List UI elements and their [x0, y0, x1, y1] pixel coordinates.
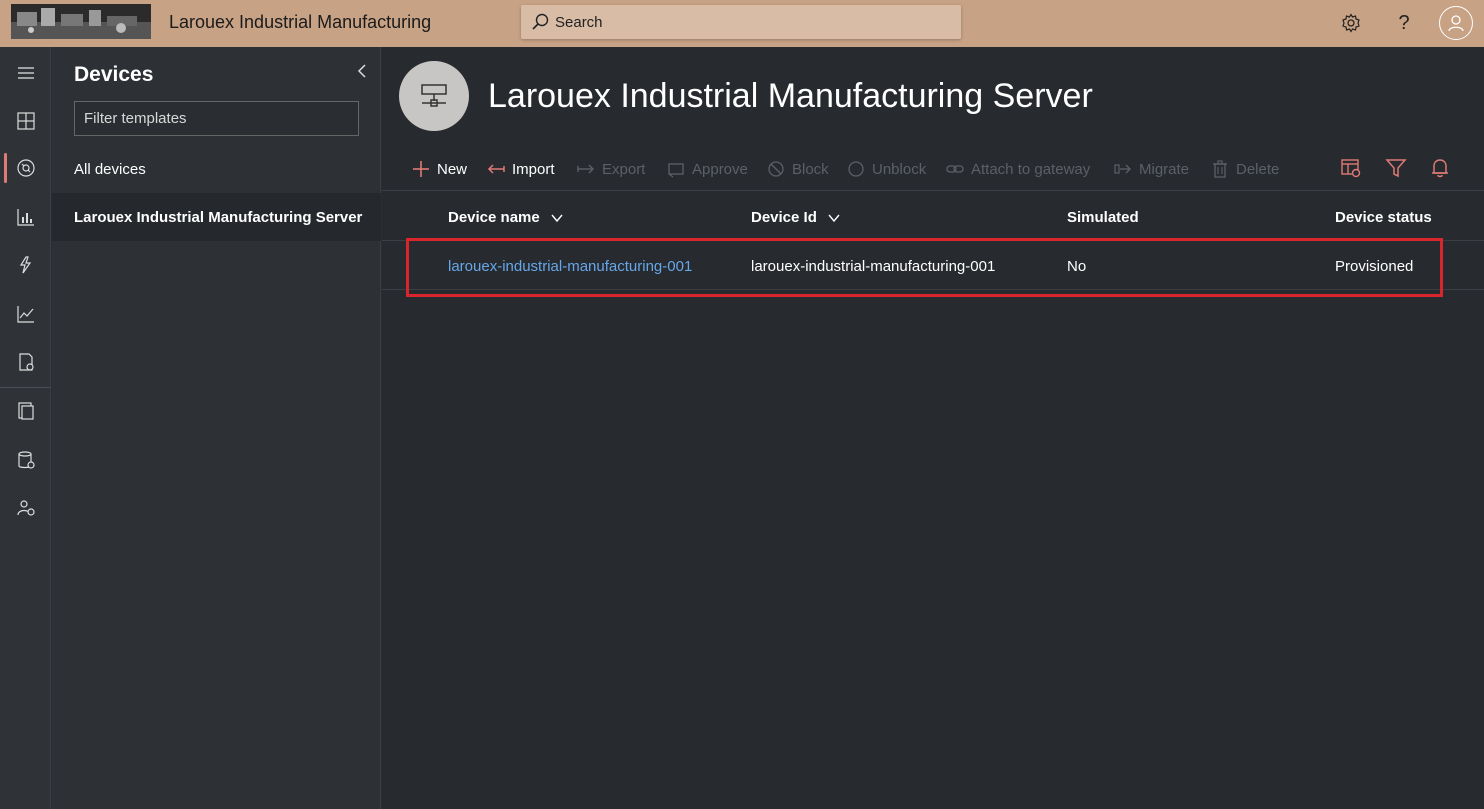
unblock-button[interactable]: Unblock: [847, 157, 926, 181]
device-template-avatar: [399, 61, 469, 131]
export-icon: [577, 164, 594, 174]
block-label: Block: [792, 160, 829, 178]
column-header-simulated[interactable]: Simulated: [1067, 209, 1139, 226]
trash-icon: [1213, 160, 1227, 178]
column-label: Device status: [1335, 209, 1432, 226]
column-header-device-name[interactable]: Device name: [448, 209, 564, 226]
search-box[interactable]: Search: [521, 5, 961, 39]
simulated-cell: No: [1067, 258, 1087, 275]
rail-divider: [0, 387, 51, 388]
analytics-icon[interactable]: [0, 197, 51, 237]
filter-icon[interactable]: [1385, 157, 1407, 179]
help-question-icon[interactable]: ?: [1391, 10, 1417, 36]
dashboard-icon[interactable]: [0, 101, 51, 141]
approve-icon: [668, 163, 684, 178]
import-button[interactable]: Import: [487, 157, 555, 181]
approve-button[interactable]: Approve: [667, 157, 748, 181]
device-id-cell: larouex-industrial-manufacturing-001: [751, 258, 996, 275]
user-icon: [1448, 15, 1464, 32]
devices-side-panel: Devices All devices Larouex Industrial M…: [52, 47, 381, 809]
column-settings-icon[interactable]: [1340, 157, 1362, 179]
filter-templates-input[interactable]: [74, 101, 359, 136]
device-name-link[interactable]: larouex-industrial-manufacturing-001: [448, 258, 692, 275]
jobs-icon[interactable]: [0, 342, 51, 382]
block-button[interactable]: Block: [767, 157, 829, 181]
plus-icon: [413, 161, 429, 177]
sidebar-item-label: All devices: [74, 160, 146, 178]
chevron-down-icon: [551, 214, 563, 222]
unblock-label: Unblock: [872, 160, 927, 178]
attach-label: Attach to gateway: [971, 160, 1091, 178]
unblock-icon: [848, 161, 864, 177]
rules-icon[interactable]: [0, 245, 51, 285]
approve-label: Approve: [692, 160, 748, 178]
panel-title: Devices: [74, 63, 154, 86]
migrate-label: Migrate: [1139, 160, 1190, 178]
sidebar-item-all-devices[interactable]: All devices: [52, 145, 381, 193]
menu-icon[interactable]: [0, 53, 51, 93]
server-icon: [421, 84, 447, 107]
command-bar: New Import Export Approve Block Unblock …: [382, 147, 1484, 191]
search-icon: [532, 13, 549, 30]
chevron-left-icon[interactable]: [354, 62, 370, 80]
table-header: Device name Device Id Simulated Device s…: [382, 193, 1484, 241]
sidebar-item-label: Larouex Industrial Manufacturing Server: [74, 208, 363, 226]
gear-icon[interactable]: [1338, 10, 1364, 36]
import-label: Import: [512, 160, 555, 178]
migrate-button[interactable]: Migrate: [1114, 157, 1189, 181]
main-content: Larouex Industrial Manufacturing Server …: [382, 47, 1484, 809]
link-icon: [946, 165, 964, 173]
column-label: Simulated: [1067, 209, 1139, 226]
new-button[interactable]: New: [412, 157, 467, 181]
attach-to-gateway-button[interactable]: Attach to gateway: [946, 157, 1090, 181]
export-label: Export: [602, 160, 646, 178]
app-logo[interactable]: [11, 4, 151, 39]
nav-rail: [0, 47, 51, 809]
chevron-down-icon: [828, 214, 840, 222]
delete-button[interactable]: Delete: [1211, 157, 1279, 181]
data-export-icon[interactable]: [0, 440, 51, 480]
column-label: Device name: [448, 209, 540, 226]
migrate-icon: [1114, 164, 1131, 174]
delete-label: Delete: [1236, 160, 1280, 178]
top-bar: Larouex Industrial Manufacturing Search …: [0, 0, 1484, 47]
devices-icon[interactable]: [0, 148, 51, 188]
device-status-cell: Provisioned: [1335, 258, 1414, 275]
app-title: Larouex Industrial Manufacturing: [169, 12, 432, 32]
column-header-device-status[interactable]: Device status: [1335, 209, 1432, 226]
column-header-device-id[interactable]: Device Id: [751, 209, 841, 226]
column-label: Device Id: [751, 209, 817, 226]
bell-icon[interactable]: [1429, 157, 1451, 179]
account-avatar[interactable]: [1439, 6, 1473, 40]
administration-icon[interactable]: [0, 488, 51, 528]
new-label: New: [437, 160, 468, 178]
block-icon: [768, 161, 784, 177]
import-icon: [487, 164, 505, 174]
device-templates-icon[interactable]: [0, 391, 51, 431]
chart-icon[interactable]: [0, 294, 51, 334]
export-button[interactable]: Export: [577, 157, 645, 181]
search-placeholder: Search: [555, 14, 603, 31]
page-title: Larouex Industrial Manufacturing Server: [488, 77, 1093, 115]
table-row[interactable]: larouex-industrial-manufacturing-001 lar…: [382, 242, 1484, 290]
sidebar-item-server-template[interactable]: Larouex Industrial Manufacturing Server: [52, 193, 381, 241]
